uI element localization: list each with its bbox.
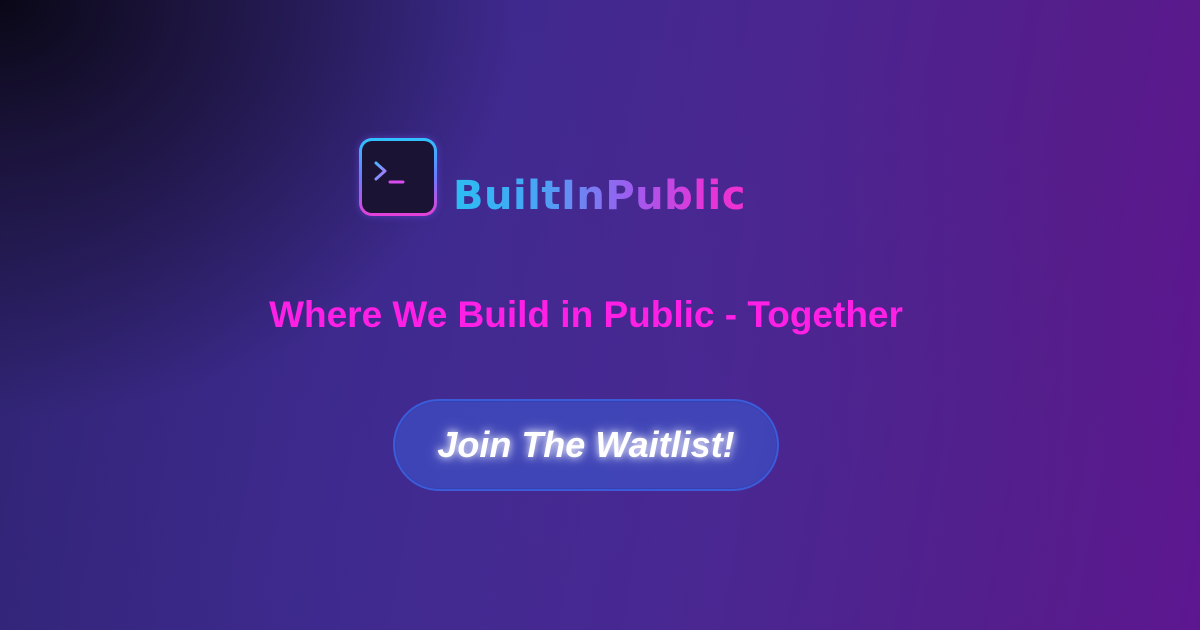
tagline: Where We Build in Public - Together (269, 294, 903, 335)
brand-logo: BuiltInPublic (359, 138, 779, 220)
brand-name: BuiltInPublic (453, 173, 746, 219)
terminal-prompt-icon (359, 138, 437, 216)
join-waitlist-label: Join The Waitlist! (437, 424, 735, 465)
join-waitlist-button[interactable]: Join The Waitlist! (393, 399, 779, 491)
